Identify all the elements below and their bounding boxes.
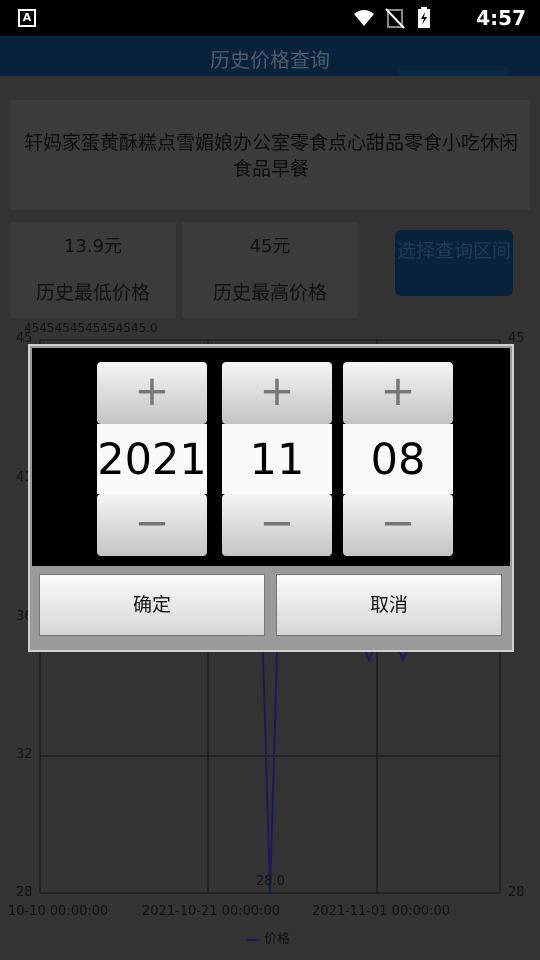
date-picker-dialog: + 2021 − + 11 − + 08 − 确定 取消: [28, 344, 514, 652]
x-tick-label: 10-10 00:00:00: [8, 904, 109, 919]
min-value-label: 28.0: [256, 874, 285, 889]
day-increment-button[interactable]: +: [343, 362, 453, 424]
top-value-label: 4545454545454545.0: [24, 321, 158, 335]
cancel-button[interactable]: 取消: [276, 574, 502, 636]
chart-legend: 价格: [246, 928, 290, 947]
month-spinner: + 11 −: [222, 362, 332, 556]
high-price-value: 45元: [249, 236, 291, 257]
month-value[interactable]: 11: [222, 424, 332, 494]
month-increment-button[interactable]: +: [222, 362, 332, 424]
confirm-button[interactable]: 确定: [39, 574, 265, 636]
y-tick-label: 32: [16, 747, 33, 762]
status-bar: A 4:57: [0, 0, 540, 36]
battery-charging-icon: [418, 7, 430, 28]
system-icons: [354, 7, 430, 29]
product-name: 轩妈家蛋黄酥糕点雪媚娘办公室零食点心甜品零食小吃休闲食品早餐: [23, 132, 518, 180]
y-tick-label: 28: [16, 885, 33, 900]
y-tick-label-right: 28: [508, 885, 525, 900]
day-spinner: + 08 −: [343, 362, 453, 556]
year-decrement-button[interactable]: −: [97, 494, 207, 556]
low-price-label: 历史最低价格: [35, 282, 150, 304]
high-price-label: 历史最高价格: [212, 282, 327, 304]
month-decrement-button[interactable]: −: [222, 494, 332, 556]
x-tick-label: 2021-10-21 00:00:00: [142, 904, 281, 919]
legend-swatch: [246, 938, 260, 941]
select-range-button[interactable]: 选择查询区间: [395, 230, 513, 296]
year-increment-button[interactable]: +: [97, 362, 207, 424]
day-decrement-button[interactable]: −: [343, 494, 453, 556]
low-price-card: 13.9元 历史最低价格: [10, 222, 176, 318]
high-price-card: 45元 历史最高价格: [182, 222, 358, 318]
clock: 4:57: [476, 6, 526, 30]
low-price-value: 13.9元: [63, 236, 123, 257]
title-bar: 历史价格查询: [0, 36, 540, 84]
day-value[interactable]: 08: [343, 424, 453, 494]
year-value[interactable]: 2021: [97, 424, 207, 494]
legend-label: 价格: [264, 932, 291, 947]
product-card: 轩妈家蛋黄酥糕点雪媚娘办公室零食点心甜品零食小吃休闲食品早餐: [10, 100, 530, 210]
no-sim-icon: [385, 8, 405, 29]
x-tick-label: 2021-11-01 00:00:00: [312, 904, 451, 919]
wifi-icon: [354, 10, 374, 26]
year-spinner: + 2021 −: [97, 362, 207, 556]
app-notification-icon: A: [18, 9, 36, 27]
picker-well: + 2021 − + 11 − + 08 −: [32, 348, 510, 566]
